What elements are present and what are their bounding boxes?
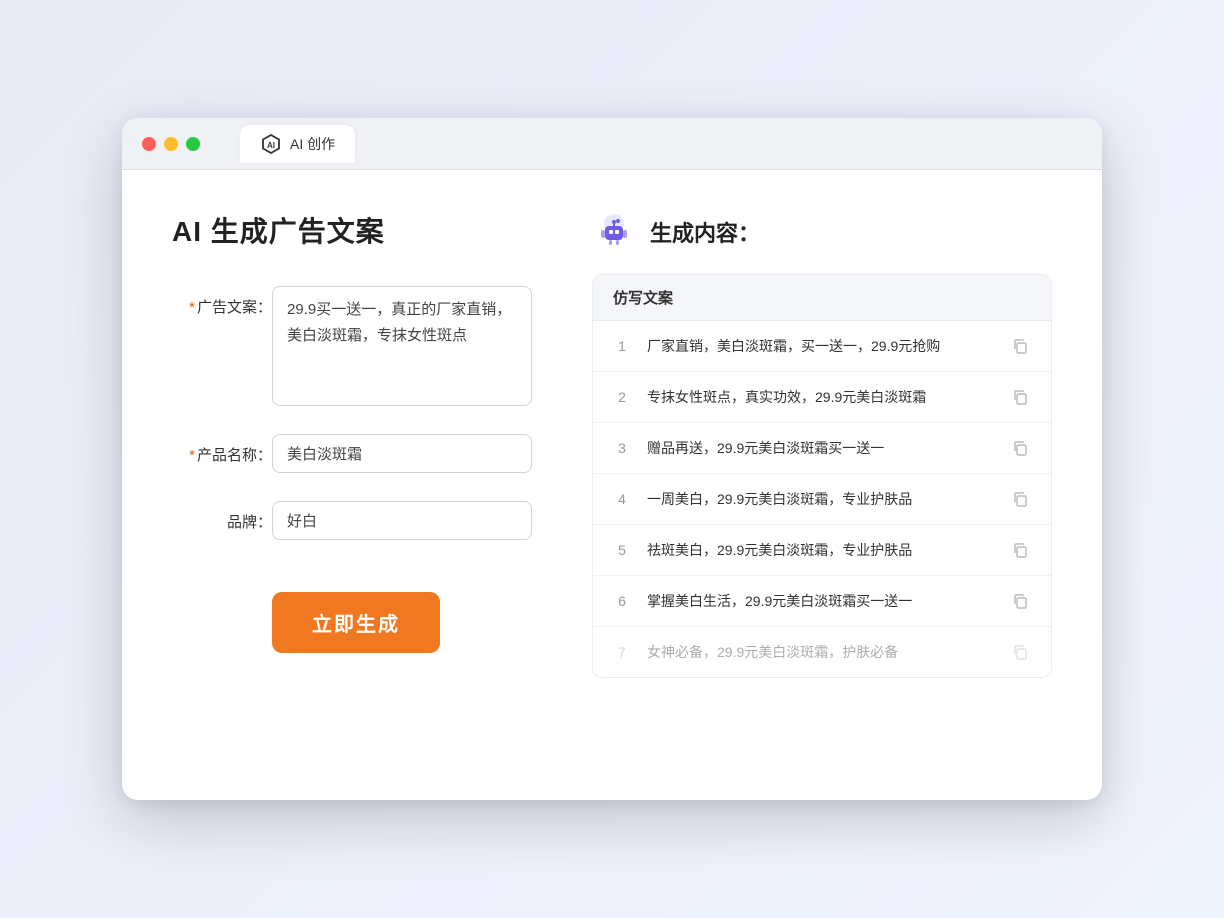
copy-icon-4[interactable]	[1009, 488, 1031, 510]
row-text-5: 祛斑美白，29.9元美白淡斑霜，专业护肤品	[647, 540, 993, 561]
brand-input[interactable]	[272, 501, 532, 540]
table-row: 5 祛斑美白，29.9元美白淡斑霜，专业护肤品	[593, 525, 1051, 576]
tab-label: AI 创作	[290, 134, 335, 154]
minimize-button[interactable]	[164, 137, 178, 151]
row-num-3: 3	[613, 440, 631, 456]
brand-row: 品牌：	[172, 501, 532, 540]
tab-area: AI AI 创作	[240, 125, 355, 163]
ad-copy-label: *广告文案：	[172, 286, 272, 317]
right-panel: 生成内容： 仿写文案 1 厂家直销，美白淡斑霜，买一送一，29.9元抢购	[592, 210, 1052, 760]
row-num-5: 5	[613, 542, 631, 558]
row-text-4: 一周美白，29.9元美白淡斑霜，专业护肤品	[647, 489, 993, 510]
required-star-2: *	[189, 447, 195, 464]
table-row: 2 专抹女性斑点，真实功效，29.9元美白淡斑霜	[593, 372, 1051, 423]
table-header: 仿写文案	[593, 275, 1051, 321]
table-row: 6 掌握美白生活，29.9元美白淡斑霜买一送一	[593, 576, 1051, 627]
row-text-2: 专抹女性斑点，真实功效，29.9元美白淡斑霜	[647, 387, 993, 408]
row-text-7: 女神必备，29.9元美白淡斑霜，护肤必备	[647, 642, 993, 663]
brand-label: 品牌：	[172, 501, 272, 532]
row-text-1: 厂家直销，美白淡斑霜，买一送一，29.9元抢购	[647, 336, 993, 357]
table-row-faded: 7 女神必备，29.9元美白淡斑霜，护肤必备	[593, 627, 1051, 677]
traffic-lights	[142, 137, 200, 151]
product-label: *产品名称：	[172, 434, 272, 465]
titlebar: AI AI 创作	[122, 118, 1102, 170]
result-header: 生成内容：	[592, 210, 1052, 254]
svg-text:AI: AI	[267, 141, 275, 150]
row-num-4: 4	[613, 491, 631, 507]
browser-window: AI AI 创作 AI 生成广告文案 *广告文案： *产品名称：	[122, 118, 1102, 800]
copy-icon-5[interactable]	[1009, 539, 1031, 561]
ad-copy-input[interactable]	[272, 286, 532, 406]
maximize-button[interactable]	[186, 137, 200, 151]
left-panel: AI 生成广告文案 *广告文案： *产品名称： 品牌： 立	[172, 210, 532, 760]
robot-icon	[592, 210, 636, 254]
ai-tab-icon: AI	[260, 133, 282, 155]
copy-icon-6[interactable]	[1009, 590, 1031, 612]
product-name-input[interactable]	[272, 434, 532, 473]
row-num-2: 2	[613, 389, 631, 405]
table-row: 1 厂家直销，美白淡斑霜，买一送一，29.9元抢购	[593, 321, 1051, 372]
generate-button[interactable]: 立即生成	[272, 592, 440, 653]
row-num-6: 6	[613, 593, 631, 609]
required-star-1: *	[189, 299, 195, 316]
row-num-1: 1	[613, 338, 631, 354]
tab-ai-create[interactable]: AI AI 创作	[240, 125, 355, 163]
page-title: AI 生成广告文案	[172, 210, 532, 250]
result-title: 生成内容：	[650, 216, 760, 248]
table-row: 3 赠品再送，29.9元美白淡斑霜买一送一	[593, 423, 1051, 474]
row-text-6: 掌握美白生活，29.9元美白淡斑霜买一送一	[647, 591, 993, 612]
copy-icon-1[interactable]	[1009, 335, 1031, 357]
row-num-7: 7	[613, 644, 631, 660]
close-button[interactable]	[142, 137, 156, 151]
copy-icon-7[interactable]	[1009, 641, 1031, 663]
copy-icon-2[interactable]	[1009, 386, 1031, 408]
ad-copy-row: *广告文案：	[172, 286, 532, 406]
row-text-3: 赠品再送，29.9元美白淡斑霜买一送一	[647, 438, 993, 459]
result-table: 仿写文案 1 厂家直销，美白淡斑霜，买一送一，29.9元抢购 2 专抹女性斑点，…	[592, 274, 1052, 678]
product-name-row: *产品名称：	[172, 434, 532, 473]
browser-content: AI 生成广告文案 *广告文案： *产品名称： 品牌： 立	[122, 170, 1102, 800]
table-row: 4 一周美白，29.9元美白淡斑霜，专业护肤品	[593, 474, 1051, 525]
copy-icon-3[interactable]	[1009, 437, 1031, 459]
